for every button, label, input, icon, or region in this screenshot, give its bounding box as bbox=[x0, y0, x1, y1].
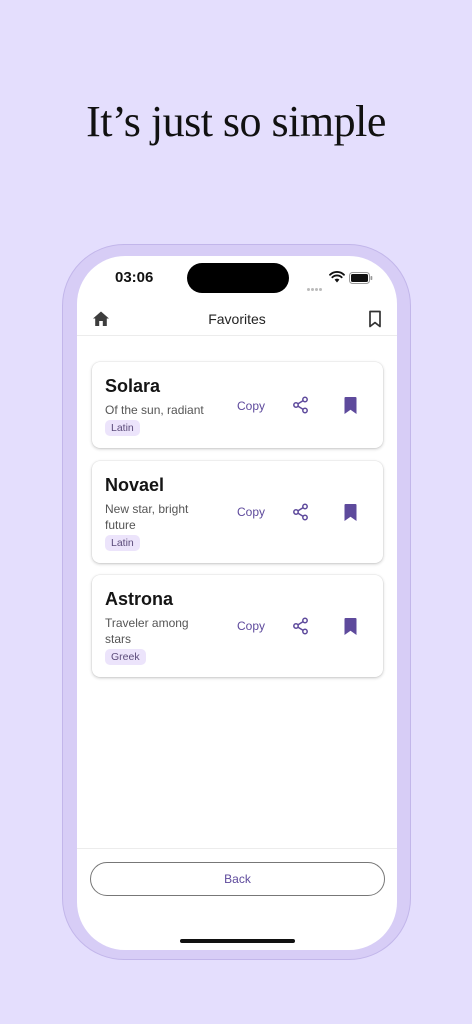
share-icon[interactable] bbox=[292, 503, 309, 521]
name-meaning: Traveler among stars bbox=[105, 616, 189, 646]
copy-button[interactable]: Copy bbox=[237, 505, 265, 519]
dynamic-island bbox=[187, 263, 289, 293]
favorite-card: Novael New star, bright future Latin Cop… bbox=[92, 461, 383, 563]
headline: It’s just so simple bbox=[86, 97, 386, 146]
bookmark-filled-icon[interactable] bbox=[344, 504, 357, 521]
share-icon[interactable] bbox=[292, 396, 309, 414]
back-button[interactable]: Back bbox=[90, 862, 385, 896]
origin-tag: Greek bbox=[105, 649, 146, 665]
origin-tag: Latin bbox=[105, 420, 140, 436]
wifi-icon bbox=[329, 271, 345, 283]
bookmark-filled-icon[interactable] bbox=[344, 618, 357, 635]
phone-screen: 03:06 Favorites Solara Of the sun, radia… bbox=[77, 256, 397, 950]
app-bar-divider bbox=[77, 335, 397, 336]
app-bar: Favorites bbox=[77, 306, 397, 336]
name-title: Solara bbox=[105, 376, 161, 396]
home-indicator bbox=[180, 939, 295, 943]
name-meaning: Of the sun, radiant bbox=[105, 403, 204, 417]
copy-button[interactable]: Copy bbox=[237, 619, 265, 633]
bookmark-filled-icon[interactable] bbox=[344, 397, 357, 414]
status-icons bbox=[307, 271, 373, 291]
share-icon[interactable] bbox=[292, 617, 309, 635]
name-title: Astrona bbox=[105, 589, 174, 609]
favorite-card: Solara Of the sun, radiant Latin Copy bbox=[92, 362, 383, 448]
page-title: Favorites bbox=[208, 311, 266, 327]
copy-button[interactable]: Copy bbox=[237, 399, 265, 413]
name-title: Novael bbox=[105, 475, 165, 495]
cellular-signal-icon bbox=[307, 278, 323, 296]
bookmark-outline-icon[interactable] bbox=[367, 309, 383, 329]
name-meaning: New star, bright future bbox=[105, 502, 189, 532]
favorite-card: Astrona Traveler among stars Greek Copy bbox=[92, 575, 383, 677]
bottom-divider bbox=[77, 848, 397, 849]
origin-tag: Latin bbox=[105, 535, 140, 551]
status-time: 03:06 bbox=[115, 269, 154, 286]
battery-icon bbox=[349, 272, 373, 284]
